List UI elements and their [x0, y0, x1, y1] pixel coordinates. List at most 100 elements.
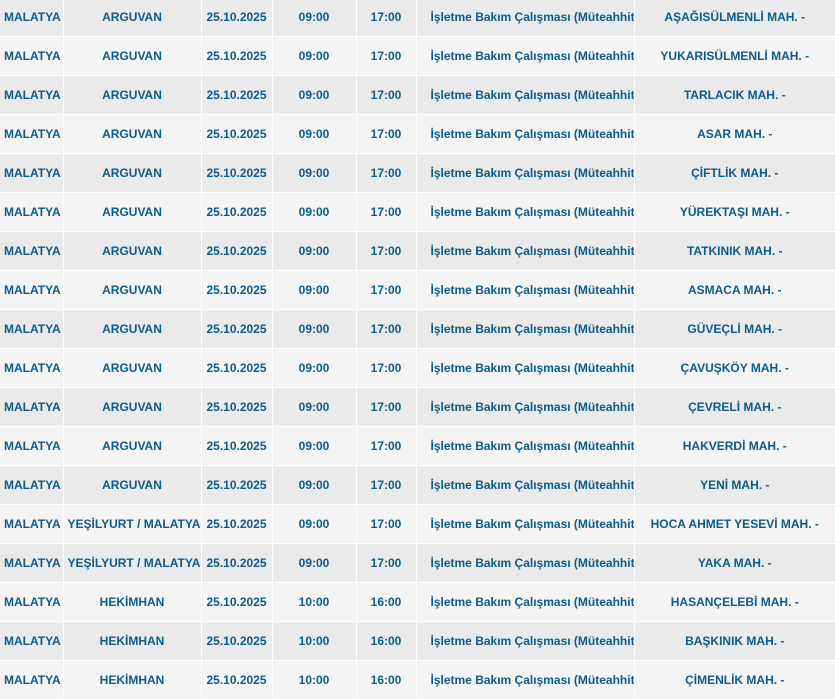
city-cell: MALATYA: [0, 153, 64, 193]
date-cell: 25.10.2025: [201, 75, 273, 115]
date-cell: 25.10.2025: [201, 114, 273, 154]
district-cell: HEKİMHAN: [63, 582, 202, 622]
date-cell: 25.10.2025: [201, 660, 273, 700]
reason-cell: İşletme Bakım Çalışması (Müteahhit): [416, 504, 635, 544]
reason-cell: İşletme Bakım Çalışması (Müteahhit): [416, 153, 635, 193]
city-cell: MALATYA: [0, 543, 64, 583]
start-time-cell: 09:00: [272, 153, 357, 193]
city-cell: MALATYA: [0, 426, 64, 466]
reason-cell: İşletme Bakım Çalışması (Müteahhit): [416, 621, 635, 661]
date-cell: 25.10.2025: [201, 465, 273, 505]
table-row: MALATYA HEKİMHAN 25.10.2025 10:00 16:00 İşlet…: [0, 660, 835, 700]
district-cell: ARGUVAN: [63, 270, 202, 310]
end-time-cell: 17:00: [356, 426, 417, 466]
start-time-cell: 09:00: [272, 348, 357, 388]
district-cell: ARGUVAN: [63, 426, 202, 466]
district-cell: ARGUVAN: [63, 465, 202, 505]
start-time-cell: 09:00: [272, 465, 357, 505]
table-row: MALATYA HEKİMHAN 25.10.2025 10:00 16:00 İşlet…: [0, 621, 835, 661]
city-cell: MALATYA: [0, 231, 64, 271]
date-cell: 25.10.2025: [201, 192, 273, 232]
start-time-cell: 10:00: [272, 660, 357, 700]
district-cell: YEŞİLYURT / MALATYA: [63, 543, 202, 583]
city-cell: MALATYA: [0, 387, 64, 427]
reason-cell: İşletme Bakım Çalışması (Müteahhit): [416, 387, 635, 427]
district-cell: ARGUVAN: [63, 309, 202, 349]
date-cell: 25.10.2025: [201, 426, 273, 466]
reason-cell: İşletme Bakım Çalışması (Müteahhit): [416, 0, 635, 37]
city-cell: MALATYA: [0, 75, 64, 115]
start-time-cell: 09:00: [272, 114, 357, 154]
district-cell: ARGUVAN: [63, 231, 202, 271]
reason-cell: İşletme Bakım Çalışması (Müteahhit): [416, 543, 635, 583]
date-cell: 25.10.2025: [201, 153, 273, 193]
area-cell: GÜVEÇLİ MAH. -: [634, 309, 835, 349]
start-time-cell: 10:00: [272, 621, 357, 661]
start-time-cell: 09:00: [272, 75, 357, 115]
end-time-cell: 17:00: [356, 231, 417, 271]
start-time-cell: 09:00: [272, 309, 357, 349]
table-row: MALATYA ARGUVAN 25.10.2025 09:00 17:00 İşletm…: [0, 465, 835, 505]
date-cell: 25.10.2025: [201, 348, 273, 388]
table-row: MALATYA ARGUVAN 25.10.2025 09:00 17:00 İşletm…: [0, 231, 835, 271]
city-cell: MALATYA: [0, 36, 64, 76]
district-cell: ARGUVAN: [63, 387, 202, 427]
city-cell: MALATYA: [0, 192, 64, 232]
area-cell: BAŞKINIK MAH. -: [634, 621, 835, 661]
city-cell: MALATYA: [0, 0, 64, 37]
table-row: MALATYA HEKİMHAN 25.10.2025 10:00 16:00 İşlet…: [0, 582, 835, 622]
reason-cell: İşletme Bakım Çalışması (Müteahhit): [416, 114, 635, 154]
reason-cell: İşletme Bakım Çalışması (Müteahhit): [416, 231, 635, 271]
table-row: MALATYA ARGUVAN 25.10.2025 09:00 17:00 İşletm…: [0, 426, 835, 466]
city-cell: MALATYA: [0, 465, 64, 505]
district-cell: ARGUVAN: [63, 348, 202, 388]
end-time-cell: 17:00: [356, 75, 417, 115]
table-row: MALATYA YEŞİLYURT / MALATYA 25.10.2025 09:0…: [0, 543, 835, 583]
district-cell: HEKİMHAN: [63, 621, 202, 661]
table-row: MALATYA ARGUVAN 25.10.2025 09:00 17:00 İşletm…: [0, 153, 835, 193]
start-time-cell: 09:00: [272, 36, 357, 76]
reason-cell: İşletme Bakım Çalışması (Müteahhit): [416, 348, 635, 388]
reason-cell: İşletme Bakım Çalışması (Müteahhit): [416, 660, 635, 700]
area-cell: ASAR MAH. -: [634, 114, 835, 154]
area-cell: ÇİMENLİK MAH. -: [634, 660, 835, 700]
area-cell: ÇİFTLİK MAH. -: [634, 153, 835, 193]
end-time-cell: 17:00: [356, 114, 417, 154]
end-time-cell: 17:00: [356, 465, 417, 505]
city-cell: MALATYA: [0, 348, 64, 388]
district-cell: YEŞİLYURT / MALATYA: [63, 504, 202, 544]
table-row: MALATYA ARGUVAN 25.10.2025 09:00 17:00 İşletm…: [0, 192, 835, 232]
end-time-cell: 17:00: [356, 0, 417, 37]
date-cell: 25.10.2025: [201, 582, 273, 622]
end-time-cell: 17:00: [356, 153, 417, 193]
city-cell: MALATYA: [0, 270, 64, 310]
start-time-cell: 10:00: [272, 582, 357, 622]
area-cell: HOCA AHMET YESEVİ MAH. -: [634, 504, 835, 544]
start-time-cell: 09:00: [272, 192, 357, 232]
area-cell: YAKA MAH. -: [634, 543, 835, 583]
end-time-cell: 17:00: [356, 36, 417, 76]
table-row: MALATYA ARGUVAN 25.10.2025 09:00 17:00 İşletm…: [0, 0, 835, 37]
date-cell: 25.10.2025: [201, 270, 273, 310]
table-row: MALATYA ARGUVAN 25.10.2025 09:00 17:00 İşletm…: [0, 387, 835, 427]
start-time-cell: 09:00: [272, 231, 357, 271]
table-row: MALATYA ARGUVAN 25.10.2025 09:00 17:00 İşletm…: [0, 270, 835, 310]
area-cell: YENİ MAH. -: [634, 465, 835, 505]
reason-cell: İşletme Bakım Çalışması (Müteahhit): [416, 75, 635, 115]
table-row: MALATYA ARGUVAN 25.10.2025 09:00 17:00 İşletm…: [0, 75, 835, 115]
date-cell: 25.10.2025: [201, 504, 273, 544]
start-time-cell: 09:00: [272, 0, 357, 37]
area-cell: ÇEVRELİ MAH. -: [634, 387, 835, 427]
district-cell: ARGUVAN: [63, 36, 202, 76]
reason-cell: İşletme Bakım Çalışması (Müteahhit): [416, 270, 635, 310]
reason-cell: İşletme Bakım Çalışması (Müteahhit): [416, 309, 635, 349]
end-time-cell: 17:00: [356, 192, 417, 232]
reason-cell: İşletme Bakım Çalışması (Müteahhit): [416, 465, 635, 505]
table-row: MALATYA ARGUVAN 25.10.2025 09:00 17:00 İşletm…: [0, 36, 835, 76]
table-row: MALATYA ARGUVAN 25.10.2025 09:00 17:00 İşletm…: [0, 348, 835, 388]
end-time-cell: 17:00: [356, 270, 417, 310]
date-cell: 25.10.2025: [201, 36, 273, 76]
date-cell: 25.10.2025: [201, 543, 273, 583]
date-cell: 25.10.2025: [201, 0, 273, 37]
end-time-cell: 16:00: [356, 660, 417, 700]
